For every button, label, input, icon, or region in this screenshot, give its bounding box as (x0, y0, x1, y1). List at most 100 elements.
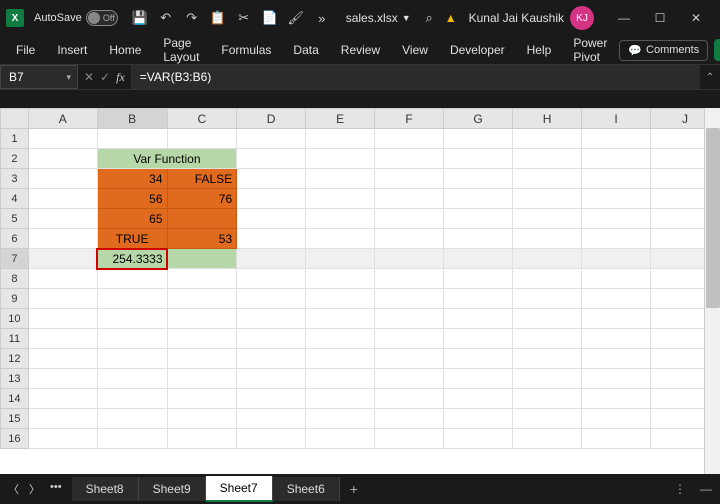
tab-help[interactable]: Help (517, 39, 562, 61)
row-header[interactable]: 3 (1, 169, 29, 189)
row-header[interactable]: 15 (1, 409, 29, 429)
formula-input[interactable]: =VAR(B3:B6) (132, 65, 700, 89)
cell[interactable] (582, 169, 651, 189)
cell[interactable] (237, 249, 306, 269)
cell[interactable] (237, 309, 306, 329)
col-header[interactable]: B (97, 109, 167, 129)
cell[interactable] (28, 129, 97, 149)
undo-icon[interactable]: ↶ (158, 10, 174, 26)
prev-sheet-icon[interactable]: 〈 (8, 481, 19, 497)
add-sheet-button[interactable]: + (340, 476, 368, 502)
cell[interactable] (306, 309, 375, 329)
cell[interactable] (375, 429, 444, 449)
cell[interactable] (97, 409, 167, 429)
brush-icon[interactable]: 🖌 (288, 10, 304, 26)
cell[interactable] (28, 389, 97, 409)
row-header[interactable]: 12 (1, 349, 29, 369)
autosave-toggle[interactable]: AutoSave Off (34, 10, 118, 26)
cell-c4[interactable]: 76 (167, 189, 237, 209)
cell-b7-active[interactable]: 254.3333 (97, 249, 167, 269)
tab-file[interactable]: File (6, 39, 45, 61)
tab-data[interactable]: Data (283, 39, 328, 61)
cell[interactable] (97, 389, 167, 409)
tab-developer[interactable]: Developer (440, 39, 515, 61)
row-header[interactable]: 16 (1, 429, 29, 449)
cell[interactable] (28, 309, 97, 329)
name-box[interactable]: B7 (0, 65, 78, 89)
cell[interactable] (306, 369, 375, 389)
cell[interactable] (444, 309, 513, 329)
expand-formula-icon[interactable]: ⌃ (700, 65, 720, 89)
cell[interactable] (306, 269, 375, 289)
cell[interactable] (444, 329, 513, 349)
next-sheet-icon[interactable]: 〉 (29, 481, 40, 497)
cell-b5[interactable]: 65 (97, 209, 167, 229)
cell[interactable] (237, 409, 306, 429)
cell[interactable] (167, 309, 237, 329)
cell-b6[interactable]: TRUE (97, 229, 167, 249)
cell[interactable] (375, 189, 444, 209)
cell[interactable] (97, 269, 167, 289)
row-header[interactable]: 9 (1, 289, 29, 309)
row-header[interactable]: 2 (1, 149, 29, 169)
cell[interactable] (28, 289, 97, 309)
cell[interactable] (237, 389, 306, 409)
row-header[interactable]: 8 (1, 269, 29, 289)
cell[interactable] (237, 329, 306, 349)
cell[interactable] (97, 349, 167, 369)
cell[interactable] (97, 289, 167, 309)
cell[interactable] (375, 409, 444, 429)
cell[interactable] (237, 149, 306, 169)
sheet-tab[interactable]: Sheet9 (139, 477, 206, 501)
cell[interactable] (444, 189, 513, 209)
row-header[interactable]: 14 (1, 389, 29, 409)
cell[interactable] (375, 309, 444, 329)
cell[interactable] (306, 129, 375, 149)
cell[interactable] (237, 289, 306, 309)
cell[interactable] (167, 429, 237, 449)
cell[interactable] (306, 289, 375, 309)
cell[interactable] (237, 349, 306, 369)
cell[interactable] (582, 249, 651, 269)
cell[interactable] (237, 429, 306, 449)
col-header[interactable]: E (306, 109, 375, 129)
cell[interactable] (582, 389, 651, 409)
cell[interactable] (513, 189, 582, 209)
tab-page-layout[interactable]: Page Layout (153, 32, 209, 68)
cell[interactable] (375, 389, 444, 409)
filename[interactable]: sales.xlsx ▼ (346, 11, 411, 25)
clipboard-icon[interactable]: 📋 (210, 10, 226, 26)
cell[interactable] (582, 189, 651, 209)
cut-icon[interactable]: ✂ (236, 10, 252, 26)
cell-c7[interactable] (167, 249, 237, 269)
tab-formulas[interactable]: Formulas (211, 39, 281, 61)
scroll-thumb[interactable] (706, 128, 720, 308)
cell[interactable] (306, 149, 375, 169)
tab-insert[interactable]: Insert (47, 39, 97, 61)
row-header[interactable]: 11 (1, 329, 29, 349)
cell[interactable] (167, 289, 237, 309)
select-all-corner[interactable] (1, 109, 29, 129)
cell[interactable] (97, 309, 167, 329)
cell[interactable] (513, 289, 582, 309)
cell[interactable] (28, 209, 97, 229)
cell[interactable] (306, 169, 375, 189)
cell[interactable] (513, 369, 582, 389)
cell[interactable] (375, 229, 444, 249)
cell[interactable] (513, 269, 582, 289)
cell[interactable] (97, 329, 167, 349)
paste-icon[interactable]: 📄 (262, 10, 278, 26)
cell[interactable] (167, 349, 237, 369)
tab-home[interactable]: Home (99, 39, 151, 61)
cell[interactable] (513, 309, 582, 329)
comments-button[interactable]: 💬 Comments (619, 40, 708, 61)
col-header[interactable]: D (237, 109, 306, 129)
tab-view[interactable]: View (392, 39, 438, 61)
col-header[interactable]: A (28, 109, 97, 129)
vertical-scrollbar[interactable] (704, 108, 720, 474)
cell[interactable] (306, 329, 375, 349)
cell[interactable] (306, 189, 375, 209)
cell[interactable] (513, 429, 582, 449)
cell[interactable] (582, 369, 651, 389)
col-header[interactable]: F (375, 109, 444, 129)
